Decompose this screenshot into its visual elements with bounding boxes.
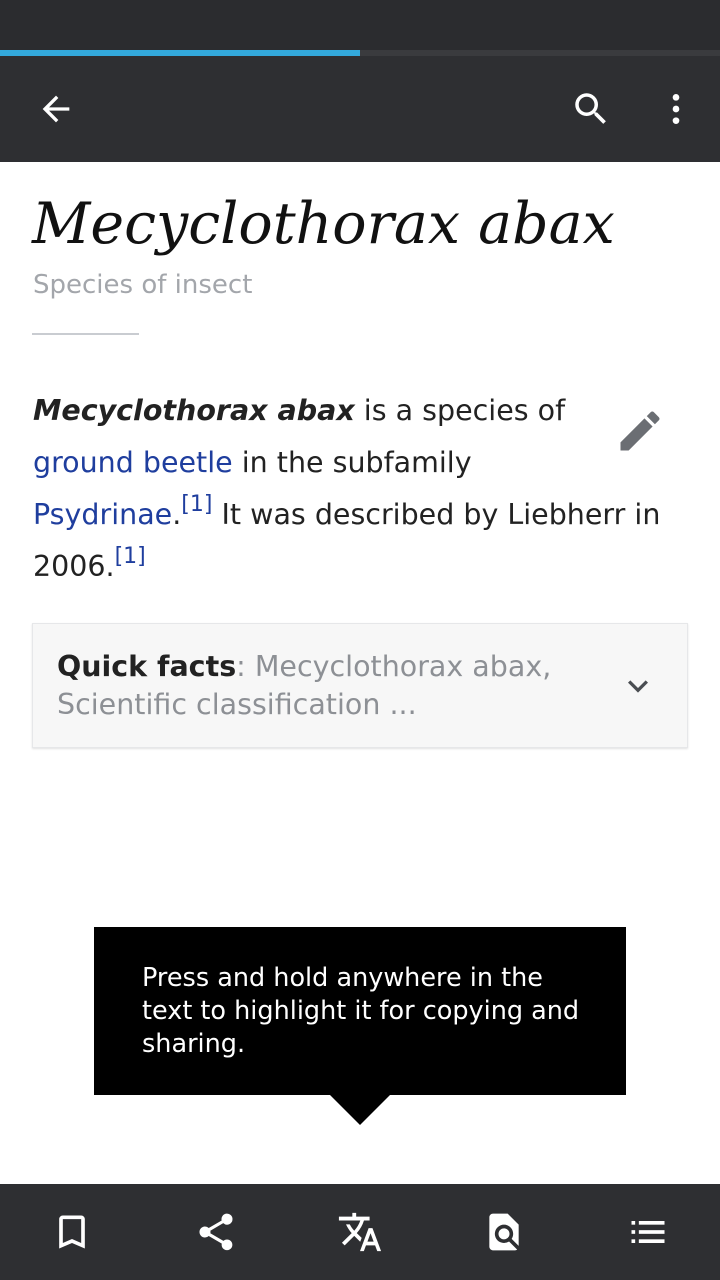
top-toolbar bbox=[0, 56, 720, 162]
bottom-action-bar bbox=[0, 1184, 720, 1280]
find-in-page-button[interactable] bbox=[476, 1204, 532, 1260]
language-button[interactable] bbox=[332, 1204, 388, 1260]
lead-text: . bbox=[172, 498, 182, 531]
quick-facts-text: Quick facts: Mecyclothorax abax, Scienti… bbox=[57, 648, 577, 724]
save-button[interactable] bbox=[44, 1204, 100, 1260]
lead-bold-term: Mecyclothorax abax bbox=[33, 394, 355, 427]
header-divider bbox=[32, 333, 139, 335]
reference-link[interactable]: [1] bbox=[181, 492, 212, 517]
share-button[interactable] bbox=[188, 1204, 244, 1260]
find-in-page-icon bbox=[489, 1213, 519, 1251]
lead-paragraph: Mecyclothorax abax is a species of groun… bbox=[33, 385, 673, 593]
edit-section-button[interactable] bbox=[612, 403, 668, 459]
status-bar bbox=[0, 0, 720, 50]
link-ground-beetle[interactable]: ground beetle bbox=[33, 446, 233, 479]
chevron-down-icon bbox=[628, 680, 648, 693]
quick-facts-separator: : bbox=[236, 650, 255, 683]
quick-facts-card[interactable]: Quick facts: Mecyclothorax abax, Scienti… bbox=[32, 623, 688, 748]
onboarding-tooltip[interactable]: Press and hold anywhere in the text to h… bbox=[94, 927, 626, 1095]
article-title: Mecyclothorax abax bbox=[32, 191, 615, 257]
search-button[interactable] bbox=[563, 81, 619, 137]
tooltip-pointer bbox=[329, 1094, 391, 1125]
lead-text: in the subfamily bbox=[232, 446, 472, 479]
translate-icon bbox=[338, 1212, 382, 1252]
overflow-menu-button[interactable] bbox=[648, 81, 704, 137]
link-psydrinae[interactable]: Psydrinae bbox=[33, 498, 172, 531]
search-icon bbox=[575, 93, 606, 124]
table-of-contents-button[interactable] bbox=[620, 1204, 676, 1260]
back-button[interactable] bbox=[28, 81, 84, 137]
lead-text: is a species of bbox=[354, 394, 566, 427]
reference-link[interactable]: [1] bbox=[115, 544, 146, 569]
back-arrow-icon bbox=[42, 95, 70, 123]
expand-quick-facts[interactable] bbox=[616, 664, 660, 708]
quick-facts-label: Quick facts bbox=[57, 650, 237, 683]
share-icon bbox=[199, 1213, 233, 1251]
more-vert-icon bbox=[672, 94, 680, 124]
bookmark-icon bbox=[59, 1215, 85, 1249]
article-description: Species of insect bbox=[33, 270, 253, 300]
table-of-contents-icon bbox=[631, 1221, 665, 1243]
tooltip-text: Press and hold anywhere in the text to h… bbox=[142, 963, 580, 1059]
edit-pencil-icon bbox=[620, 411, 660, 451]
